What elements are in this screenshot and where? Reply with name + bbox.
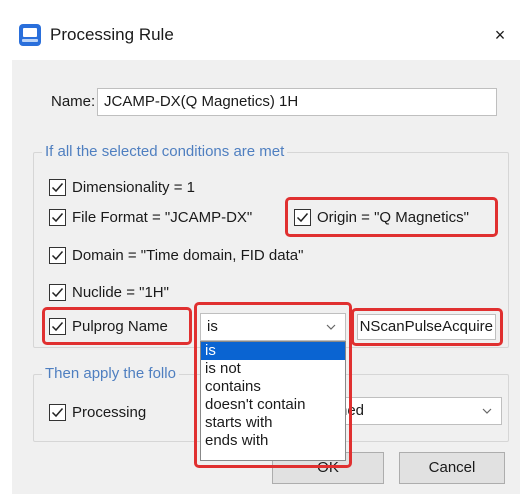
- checkmark-icon: [51, 212, 64, 222]
- condition-nuclide[interactable]: Nuclide = "1H": [49, 281, 169, 303]
- cancel-button[interactable]: Cancel: [399, 452, 505, 484]
- checkmark-icon: [51, 407, 64, 417]
- checkmark-icon: [51, 287, 64, 297]
- app-icon: [19, 24, 41, 46]
- checkmark-icon: [51, 182, 64, 192]
- checkbox[interactable]: [49, 403, 66, 421]
- condition-label: Dimensionality = 1: [72, 178, 195, 196]
- checkbox[interactable]: [49, 246, 66, 264]
- condition-label: Domain = "Time domain, FID data": [72, 246, 304, 264]
- name-label: Name:: [51, 93, 96, 110]
- condition-domain[interactable]: Domain = "Time domain, FID data": [49, 244, 303, 266]
- name-input[interactable]: JCAMP-DX(Q Magnetics) 1H: [97, 88, 497, 116]
- checkbox[interactable]: [49, 178, 66, 196]
- condition-file-format[interactable]: File Format = "JCAMP-DX": [49, 206, 252, 228]
- checkbox[interactable]: [49, 208, 66, 226]
- action-label: Processing: [72, 403, 147, 421]
- condition-label: File Format = "JCAMP-DX": [72, 208, 253, 226]
- processing-dropdown[interactable]: ned: [332, 397, 502, 425]
- highlight-box: [194, 302, 352, 468]
- condition-dimensionality[interactable]: Dimensionality = 1: [49, 176, 195, 198]
- highlight-box: [351, 308, 503, 346]
- checkbox[interactable]: [49, 283, 66, 301]
- window-title: Processing Rule: [50, 25, 174, 44]
- highlight-box: [42, 307, 192, 345]
- actions-group-label: Then apply the follo: [42, 365, 179, 382]
- close-icon[interactable]: ×: [490, 25, 510, 45]
- conditions-group-label: If all the selected conditions are met: [42, 143, 288, 160]
- action-processing[interactable]: Processing: [49, 401, 146, 423]
- condition-label: Nuclide = "1H": [72, 283, 169, 301]
- highlight-box: [285, 197, 498, 237]
- checkmark-icon: [51, 250, 64, 260]
- chevron-down-icon: [482, 408, 492, 414]
